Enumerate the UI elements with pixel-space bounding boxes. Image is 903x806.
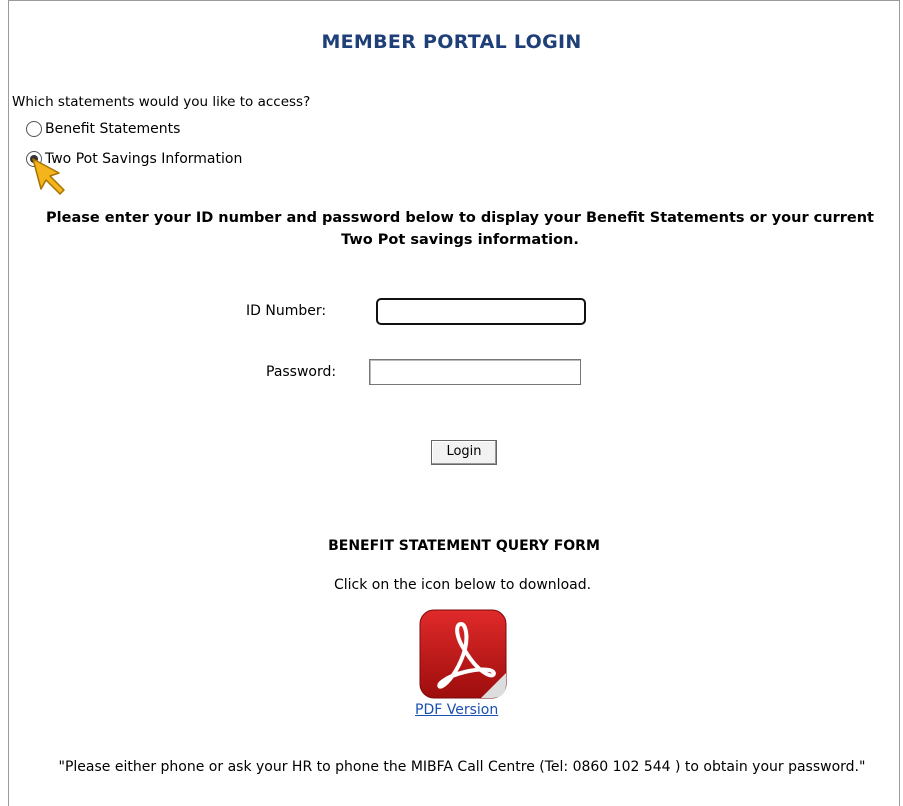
radio-option-benefit-statements[interactable]: Benefit Statements (26, 121, 180, 137)
statement-question: Which statements would you like to acces… (12, 94, 311, 110)
mouse-pointer-icon (32, 158, 65, 195)
id-number-input[interactable] (376, 298, 586, 325)
login-button[interactable]: Login (431, 440, 497, 465)
page-title: MEMBER PORTAL LOGIN (321, 31, 582, 53)
radio-button[interactable] (26, 121, 42, 137)
acrobat-pdf-icon[interactable] (419, 609, 507, 699)
pdf-version-link[interactable]: PDF Version (415, 702, 498, 718)
query-form-title: BENEFIT STATEMENT QUERY FORM (328, 538, 600, 554)
login-instructions: Please enter your ID number and password… (46, 210, 874, 248)
password-label: Password: (266, 364, 337, 380)
id-number-label: ID Number: (246, 303, 327, 319)
radio-label: Benefit Statements (45, 121, 181, 137)
download-instruction: Click on the icon below to download. (333, 577, 592, 593)
radio-label: Two Pot Savings Information (45, 151, 243, 167)
password-input[interactable] (369, 359, 581, 385)
call-centre-note: "Please either phone or ask your HR to p… (58, 759, 866, 775)
